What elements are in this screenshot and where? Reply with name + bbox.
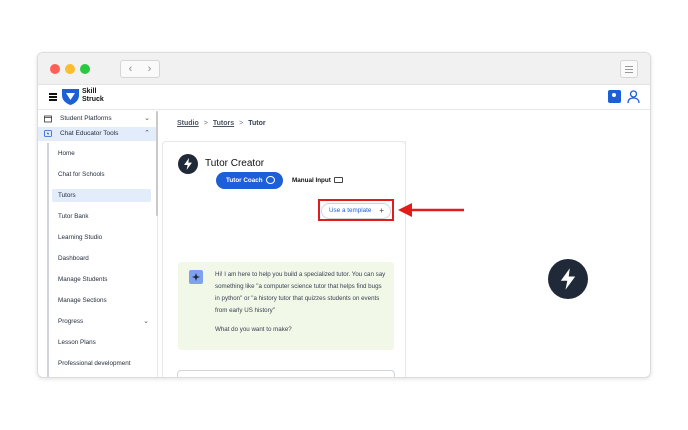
logo-line-2: Struck	[82, 96, 104, 103]
sidebar-item-dashboard[interactable]: Dashboard	[52, 252, 151, 265]
sidebar-group-student-platforms[interactable]: Student Platforms ⌄	[38, 112, 156, 126]
microphone-icon[interactable]	[187, 377, 195, 378]
sidebar-item-professional-development[interactable]: Professional development	[52, 357, 151, 370]
tab-label: Tutor Coach	[226, 177, 263, 184]
minimize-window-button[interactable]	[65, 64, 75, 74]
chat-bubble-icon	[266, 176, 275, 184]
chat-bolt-icon	[44, 130, 52, 137]
sparkle-icon	[189, 270, 203, 284]
window-icon	[44, 115, 52, 123]
history-nav: ‹ ›	[120, 60, 160, 78]
chevron-down-icon: ⌄	[144, 115, 150, 122]
message-input[interactable]	[201, 375, 371, 377]
bolt-icon	[548, 259, 588, 299]
id-badge-icon[interactable]	[608, 90, 621, 103]
breadcrumb-current: Tutor	[248, 120, 266, 127]
sidebar-item-chat-for-schools[interactable]: Chat for Schools	[52, 168, 151, 181]
panel-divider	[405, 141, 406, 377]
sidebar-item-learning-studio[interactable]: Learning Studio	[52, 231, 151, 244]
app-header: Skill Struck	[38, 85, 650, 110]
sidebar-item-manage-sections[interactable]: Manage Sections	[52, 294, 151, 307]
close-window-button[interactable]	[50, 64, 60, 74]
bolt-icon	[178, 154, 198, 174]
logo-text[interactable]: Skill Struck	[82, 88, 104, 104]
breadcrumb-tutors-link[interactable]: Tutors	[213, 120, 234, 127]
maximize-window-button[interactable]	[80, 64, 90, 74]
sidebar-item-lesson-plans[interactable]: Lesson Plans	[52, 336, 151, 349]
tab-tutor-coach[interactable]: Tutor Coach	[216, 172, 283, 189]
main-content: Studio > Tutors > Tutor Tutor Creator Tutor …	[159, 111, 650, 378]
title-bar: ‹ ›	[38, 53, 650, 85]
chevron-right-icon[interactable]: ›	[140, 61, 159, 77]
tutor-creator-panel: Tutor Creator Tutor Coach Manual Input H…	[162, 141, 406, 378]
sidebar-item-label: Progress	[58, 318, 84, 325]
breadcrumb-separator-icon: >	[203, 120, 208, 127]
sidebar-group-label: Chat Educator Tools	[60, 130, 119, 137]
tab-label: Manual Input	[292, 177, 331, 184]
assistant-message: Hi! I am here to help you build a specia…	[178, 262, 394, 350]
submenu-guide-line	[47, 143, 49, 377]
skill-struck-logo-icon	[62, 89, 79, 105]
breadcrumb-separator-icon: >	[239, 120, 244, 127]
arrow-left-icon	[398, 203, 464, 217]
message-question: What do you want to make?	[215, 326, 292, 333]
sliders-icon[interactable]	[620, 60, 638, 78]
sidebar-scrollbar[interactable]	[156, 111, 158, 216]
page-title: Tutor Creator	[205, 158, 265, 169]
user-profile-icon[interactable]	[627, 90, 640, 103]
keyboard-icon	[333, 177, 343, 183]
highlight-box	[318, 199, 394, 221]
message-input-box	[177, 370, 395, 378]
header-actions	[608, 90, 640, 103]
sidebar-group-label: Student Platforms	[60, 115, 112, 122]
chevron-up-icon: ⌃	[144, 130, 150, 137]
sidebar-item-tutor-bank[interactable]: Tutor Bank	[52, 210, 151, 223]
breadcrumb: Studio > Tutors > Tutor	[177, 120, 266, 127]
sidebar-group-chat-educator-tools[interactable]: Chat Educator Tools ⌃	[38, 127, 156, 141]
sidebar: Student Platforms ⌄ Chat Educator Tools …	[38, 111, 158, 377]
hamburger-menu-icon[interactable]	[49, 93, 57, 101]
sidebar-item-home[interactable]: Home	[52, 147, 151, 160]
sidebar-item-manage-students[interactable]: Manage Students	[52, 273, 151, 286]
logo-line-1: Skill	[82, 88, 97, 95]
tab-manual-input[interactable]: Manual Input	[292, 172, 343, 189]
sidebar-item-progress[interactable]: Progress ⌄	[52, 315, 151, 328]
message-text: Hi! I am here to help you build a specia…	[215, 271, 386, 314]
chevron-left-icon[interactable]: ‹	[121, 61, 140, 77]
breadcrumb-studio-link[interactable]: Studio	[177, 120, 199, 127]
send-icon[interactable]	[377, 377, 386, 378]
chevron-down-icon: ⌄	[143, 318, 149, 325]
sidebar-item-tutors[interactable]: Tutors	[52, 189, 151, 202]
